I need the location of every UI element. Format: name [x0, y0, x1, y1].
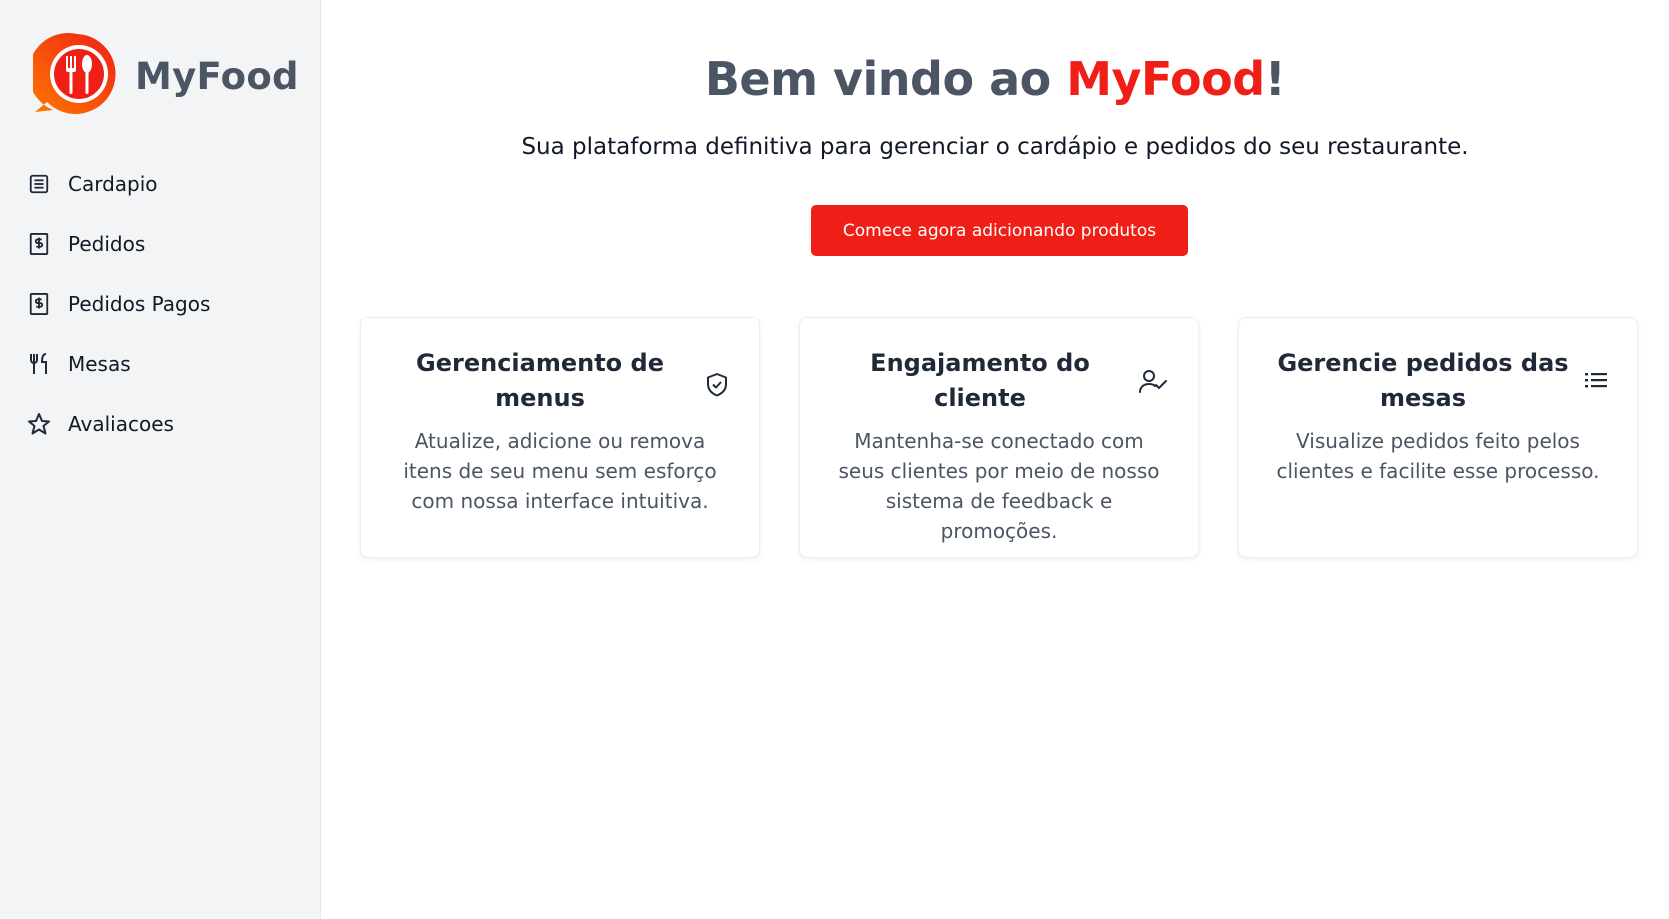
- star-icon: [26, 411, 52, 437]
- title-prefix: Bem vindo ao: [704, 52, 1067, 106]
- sidebar-item-label: Pedidos Pagos: [68, 292, 211, 316]
- list-icon: [1585, 370, 1607, 390]
- sidebar-item-label: Cardapio: [68, 172, 158, 196]
- sidebar-item-label: Mesas: [68, 352, 131, 376]
- sidebar: MyFood Cardapio Pedidos Pedidos Pagos Me…: [0, 0, 321, 919]
- feature-card-customer: Engajamento do cliente Mantenha-se conec…: [799, 317, 1199, 558]
- sidebar-nav: Cardapio Pedidos Pedidos Pagos Mesas Ava…: [0, 154, 320, 454]
- feature-card-menus: Gerenciamento de menus Atualize, adicion…: [360, 317, 760, 558]
- card-header: Engajamento do cliente: [830, 346, 1168, 416]
- shield-check-icon: [705, 372, 729, 398]
- brand-name: MyFood: [135, 54, 299, 98]
- sidebar-item-mesas[interactable]: Mesas: [0, 334, 320, 394]
- restaurant-logo-icon: [28, 30, 121, 122]
- page-title: Bem vindo ao MyFood!: [321, 52, 1669, 106]
- sidebar-item-pedidos-pagos[interactable]: Pedidos Pagos: [0, 274, 320, 334]
- sidebar-item-avaliacoes[interactable]: Avaliacoes: [0, 394, 320, 454]
- page-subtitle: Sua plataforma definitiva para gerenciar…: [521, 134, 1469, 160]
- main-content: Bem vindo ao MyFood! Sua plataforma defi…: [321, 0, 1669, 919]
- card-title: Gerencie pedidos das mesas: [1277, 349, 1569, 412]
- sidebar-item-label: Avaliacoes: [68, 412, 174, 436]
- feature-cards: Gerenciamento de menus Atualize, adicion…: [360, 317, 1638, 558]
- title-suffix: !: [1264, 52, 1286, 106]
- title-brand: MyFood: [1066, 52, 1265, 106]
- sidebar-item-label: Pedidos: [68, 232, 146, 256]
- brand[interactable]: MyFood: [0, 28, 320, 124]
- receipt-dollar-icon: [26, 231, 52, 257]
- card-header: Gerencie pedidos das mesas: [1269, 346, 1607, 416]
- card-title: Engajamento do cliente: [870, 349, 1090, 412]
- card-title: Gerenciamento de menus: [416, 349, 664, 412]
- user-check-icon: [1138, 368, 1168, 394]
- fork-knife-icon: [26, 351, 52, 377]
- start-adding-products-button[interactable]: Comece agora adicionando produtos: [811, 205, 1188, 256]
- card-header: Gerenciamento de menus: [391, 346, 729, 416]
- card-body: Mantenha-se conectado com seus clientes …: [838, 429, 1160, 543]
- sidebar-item-cardapio[interactable]: Cardapio: [0, 154, 320, 214]
- sidebar-item-pedidos[interactable]: Pedidos: [0, 214, 320, 274]
- card-body: Visualize pedidos feito pelos clientes e…: [1276, 429, 1600, 483]
- receipt-dollar-icon: [26, 291, 52, 317]
- app-root: MyFood Cardapio Pedidos Pedidos Pagos Me…: [0, 0, 1669, 919]
- feature-card-tables: Gerencie pedidos das mesas Visualize ped…: [1238, 317, 1638, 558]
- card-body: Atualize, adicione ou remova itens de se…: [403, 429, 717, 513]
- menu-list-icon: [26, 171, 52, 197]
